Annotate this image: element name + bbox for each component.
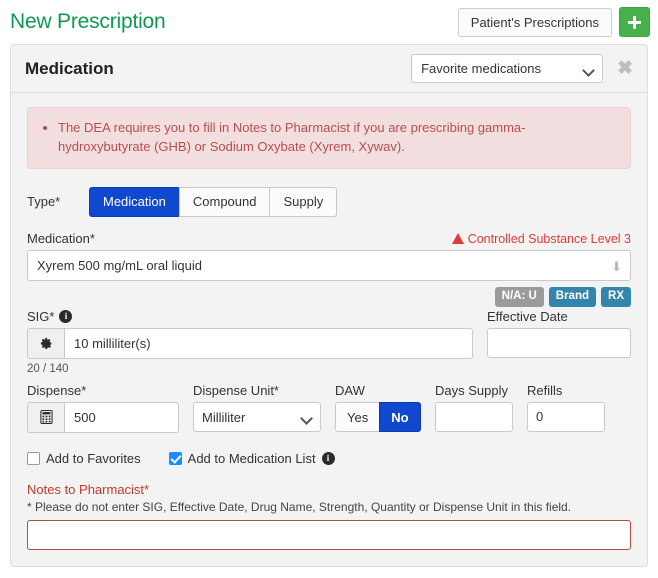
daw-button-group: Yes No [335, 401, 421, 432]
days-supply-input[interactable] [435, 401, 513, 432]
badge-na: N/A: U [494, 286, 544, 307]
dispense-column: Dispense* [27, 383, 179, 433]
medication-field-block: Medication* Controlled Substance Level 3… [27, 231, 631, 307]
type-row: Type* Medication Compound Supply [27, 186, 631, 217]
daw-label: DAW [335, 382, 365, 398]
dispense-unit-label: Dispense Unit* [193, 382, 279, 398]
type-label: Type* [27, 194, 61, 210]
type-button-group: Medication Compound Supply [89, 186, 338, 217]
checkbox-box-favorites[interactable] [27, 451, 40, 465]
checkbox-row: Add to Favorites Add to Medication List … [27, 451, 631, 466]
info-icon[interactable]: i [321, 451, 335, 465]
refills-label: Refills [527, 382, 563, 398]
page-title: New Prescription [10, 10, 166, 33]
sig-input-group [27, 327, 473, 359]
medication-input[interactable] [27, 249, 631, 281]
type-option-medication[interactable]: Medication [89, 186, 180, 217]
controlled-substance-warning-text: Controlled Substance Level 3 [467, 231, 631, 246]
notes-to-pharmacist-help: * Please do not enter SIG, Effective Dat… [27, 499, 572, 514]
effective-date-column: Effective Date [487, 309, 631, 375]
badge-rx: RX [601, 286, 631, 307]
panel-title: Medication [25, 58, 114, 78]
sig-label-wrap: SIG* i [27, 309, 473, 324]
add-to-favorites-label: Add to Favorites [46, 450, 141, 466]
patients-prescriptions-button[interactable]: Patient's Prescriptions [457, 7, 612, 37]
days-supply-label: Days Supply [435, 382, 508, 398]
refills-column: Refills [527, 383, 605, 432]
sig-column: SIG* i 20 / 140 [27, 309, 473, 375]
add-to-medication-list-checkbox[interactable]: Add to Medication List i [168, 450, 335, 466]
dispense-unit-column: Dispense Unit* Milliliter [193, 383, 321, 432]
medication-label: Medication* [27, 230, 95, 246]
refills-input[interactable] [527, 401, 605, 432]
daw-option-no[interactable]: No [379, 401, 421, 432]
favorite-medications-select-wrap: Favorite medications [411, 54, 604, 83]
plus-icon [628, 15, 641, 29]
dispense-input-group [27, 401, 179, 433]
medication-panel-header: Medication Favorite medications ✖ [11, 45, 647, 93]
calculator-icon[interactable] [27, 401, 64, 433]
warning-triangle-icon [451, 233, 464, 245]
checkbox-box-medication-list[interactable] [168, 451, 182, 465]
controlled-substance-warning: Controlled Substance Level 3 [451, 231, 631, 246]
header-actions: Patient's Prescriptions [457, 7, 650, 37]
dispense-input[interactable] [64, 401, 179, 433]
info-icon[interactable]: i [59, 309, 73, 323]
dispense-row: Dispense* 500 Dispense Unit* Milliliter … [27, 383, 631, 433]
add-prescription-button[interactable] [619, 7, 650, 37]
dispense-label: Dispense* [27, 382, 87, 398]
medication-field-header: Medication* Controlled Substance Level 3 [27, 231, 631, 246]
close-icon[interactable]: ✖ [615, 57, 635, 80]
days-supply-column: Days Supply [435, 383, 513, 432]
favorite-medications-select[interactable]: Favorite medications [411, 54, 604, 83]
type-option-supply[interactable]: Supply [269, 186, 338, 217]
sig-character-counter: 20 / 140 [27, 362, 69, 375]
page-header: New Prescription Patient's Prescriptions [0, 0, 658, 44]
medication-input-wrap: ⬇ [27, 249, 631, 281]
notes-to-pharmacist-input[interactable] [27, 519, 631, 550]
notes-to-pharmacist-label: Notes to Pharmacist* [27, 481, 150, 497]
panel-header-controls: Favorite medications ✖ [411, 54, 635, 83]
add-to-favorites-checkbox[interactable]: Add to Favorites [27, 451, 141, 466]
effective-date-label: Effective Date [487, 308, 568, 324]
sig-input[interactable] [64, 327, 473, 359]
dispense-unit-select[interactable]: Milliliter [193, 401, 321, 432]
effective-date-input[interactable] [487, 327, 631, 358]
medication-panel: Medication Favorite medications ✖ The DE… [10, 44, 648, 567]
gear-icon[interactable] [27, 327, 64, 359]
type-option-compound[interactable]: Compound [178, 186, 271, 217]
daw-column: DAW Yes No [335, 383, 421, 432]
badge-brand: Brand [548, 286, 597, 307]
dea-alert-text: The DEA requires you to fill in Notes to… [58, 119, 616, 157]
sig-label: SIG* [27, 308, 55, 324]
dispense-unit-select-wrap: Milliliter [193, 401, 321, 432]
sig-effective-row: SIG* i 20 / 140 Effective Date [27, 309, 631, 375]
medication-panel-body: The DEA requires you to fill in Notes to… [11, 93, 647, 566]
medication-badges: N/A: U Brand RX [27, 286, 631, 307]
add-to-medication-list-label: Add to Medication List [187, 450, 316, 466]
dea-alert: The DEA requires you to fill in Notes to… [27, 107, 631, 169]
notes-to-pharmacist-block: Notes to Pharmacist* * Please do not ent… [27, 482, 631, 550]
daw-option-yes[interactable]: Yes [335, 401, 381, 432]
